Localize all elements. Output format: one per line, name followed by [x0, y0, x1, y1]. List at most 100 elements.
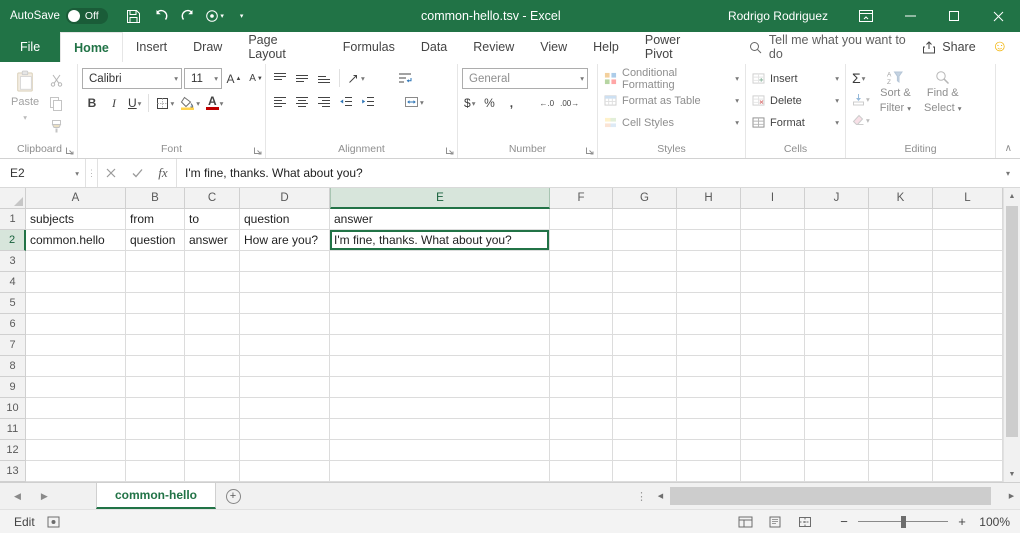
cell-J2[interactable]	[805, 230, 869, 251]
cell-A9[interactable]	[26, 377, 126, 398]
align-middle-icon[interactable]	[292, 68, 312, 88]
cell-K10[interactable]	[869, 398, 933, 419]
cell-E8[interactable]	[330, 356, 550, 377]
tell-me-box[interactable]: Tell me what you want to do	[749, 32, 922, 62]
cell-I10[interactable]	[741, 398, 805, 419]
align-right-icon[interactable]	[314, 92, 334, 112]
cell-E5[interactable]	[330, 293, 550, 314]
cell-A10[interactable]	[26, 398, 126, 419]
cell-B7[interactable]	[126, 335, 185, 356]
cell-G6[interactable]	[613, 314, 677, 335]
cell-K6[interactable]	[869, 314, 933, 335]
cell-G3[interactable]	[613, 251, 677, 272]
cell-F12[interactable]	[550, 440, 613, 461]
name-box[interactable]: E2 ▾	[0, 159, 86, 187]
cell-J11[interactable]	[805, 419, 869, 440]
autosum-button[interactable]: Σ▾	[850, 68, 872, 88]
row-header-2[interactable]: 2	[0, 230, 26, 251]
number-dialog-launcher-icon[interactable]	[585, 146, 594, 155]
column-header-H[interactable]: H	[677, 188, 741, 209]
enter-entry-icon[interactable]	[124, 159, 150, 187]
previous-sheet-icon[interactable]: ◀	[14, 491, 21, 502]
row-header-10[interactable]: 10	[0, 398, 26, 419]
cell-G10[interactable]	[613, 398, 677, 419]
cell-G9[interactable]	[613, 377, 677, 398]
cell-D11[interactable]	[240, 419, 330, 440]
clear-button[interactable]: ▾	[850, 110, 872, 130]
scrollbar-resize-handle[interactable]: ⋮	[631, 483, 652, 509]
formula-input[interactable]: I'm fine, thanks. What about you?	[176, 159, 996, 187]
row-header-3[interactable]: 3	[0, 251, 26, 272]
row-header-8[interactable]: 8	[0, 356, 26, 377]
horizontal-scroll-track[interactable]	[669, 483, 1003, 509]
cell-A8[interactable]	[26, 356, 126, 377]
cell-L4[interactable]	[933, 272, 1003, 293]
cell-H4[interactable]	[677, 272, 741, 293]
cell-E11[interactable]	[330, 419, 550, 440]
cell-E4[interactable]	[330, 272, 550, 293]
cell-C13[interactable]	[185, 461, 240, 482]
cell-B3[interactable]	[126, 251, 185, 272]
cell-I4[interactable]	[741, 272, 805, 293]
cell-D9[interactable]	[240, 377, 330, 398]
paste-button[interactable]: Paste ▾	[6, 68, 44, 126]
minimize-button[interactable]	[888, 0, 932, 32]
cell-L3[interactable]	[933, 251, 1003, 272]
cell-B1[interactable]: from	[126, 209, 185, 230]
row-header-5[interactable]: 5	[0, 293, 26, 314]
cell-J1[interactable]	[805, 209, 869, 230]
ribbon-tab-help[interactable]: Help	[580, 32, 632, 62]
horizontal-scrollbar[interactable]: ◀ ▶	[652, 483, 1020, 509]
autosave-toggle[interactable]: Off	[66, 8, 108, 24]
ribbon-tab-insert[interactable]: Insert	[123, 32, 180, 62]
cell-F4[interactable]	[550, 272, 613, 293]
cell-F5[interactable]	[550, 293, 613, 314]
font-dialog-launcher-icon[interactable]	[253, 146, 262, 155]
ribbon-tab-page-layout[interactable]: Page Layout	[235, 32, 329, 62]
ribbon-tab-review[interactable]: Review	[460, 32, 527, 62]
cell-I13[interactable]	[741, 461, 805, 482]
select-all-corner[interactable]	[0, 188, 26, 209]
cell-J5[interactable]	[805, 293, 869, 314]
decrease-indent-icon[interactable]	[336, 92, 356, 112]
row-header-9[interactable]: 9	[0, 377, 26, 398]
cell-A11[interactable]	[26, 419, 126, 440]
cell-K12[interactable]	[869, 440, 933, 461]
horizontal-scroll-thumb[interactable]	[670, 487, 991, 505]
cell-I7[interactable]	[741, 335, 805, 356]
align-top-icon[interactable]	[270, 68, 290, 88]
zoom-level[interactable]: 100%	[970, 515, 1010, 529]
cell-K1[interactable]	[869, 209, 933, 230]
cell-A1[interactable]: subjects	[26, 209, 126, 230]
cell-H5[interactable]	[677, 293, 741, 314]
cell-J8[interactable]	[805, 356, 869, 377]
cell-K7[interactable]	[869, 335, 933, 356]
cell-H9[interactable]	[677, 377, 741, 398]
macro-recording-icon[interactable]	[47, 516, 60, 528]
cell-A5[interactable]	[26, 293, 126, 314]
cell-C1[interactable]: to	[185, 209, 240, 230]
zoom-slider[interactable]	[858, 513, 948, 531]
cell-H8[interactable]	[677, 356, 741, 377]
cell-H1[interactable]	[677, 209, 741, 230]
cell-F6[interactable]	[550, 314, 613, 335]
cell-B4[interactable]	[126, 272, 185, 293]
row-header-7[interactable]: 7	[0, 335, 26, 356]
cell-J13[interactable]	[805, 461, 869, 482]
ribbon-tab-file[interactable]: File	[0, 32, 60, 62]
cell-I11[interactable]	[741, 419, 805, 440]
cell-G5[interactable]	[613, 293, 677, 314]
customize-quick-access-toolbar-icon[interactable]: ▾	[230, 3, 254, 29]
alignment-dialog-launcher-icon[interactable]	[445, 146, 454, 155]
cell-E13[interactable]	[330, 461, 550, 482]
column-header-D[interactable]: D	[240, 188, 330, 209]
insert-cells-button[interactable]: Insert ▾	[750, 68, 841, 89]
cell-C5[interactable]	[185, 293, 240, 314]
cell-H7[interactable]	[677, 335, 741, 356]
redo-icon[interactable]	[176, 3, 200, 29]
cell-H13[interactable]	[677, 461, 741, 482]
ribbon-tab-power-pivot[interactable]: Power Pivot	[632, 32, 723, 62]
cell-K2[interactable]	[869, 230, 933, 251]
underline-button[interactable]: U▾	[126, 93, 143, 113]
next-sheet-icon[interactable]: ▶	[41, 491, 48, 502]
